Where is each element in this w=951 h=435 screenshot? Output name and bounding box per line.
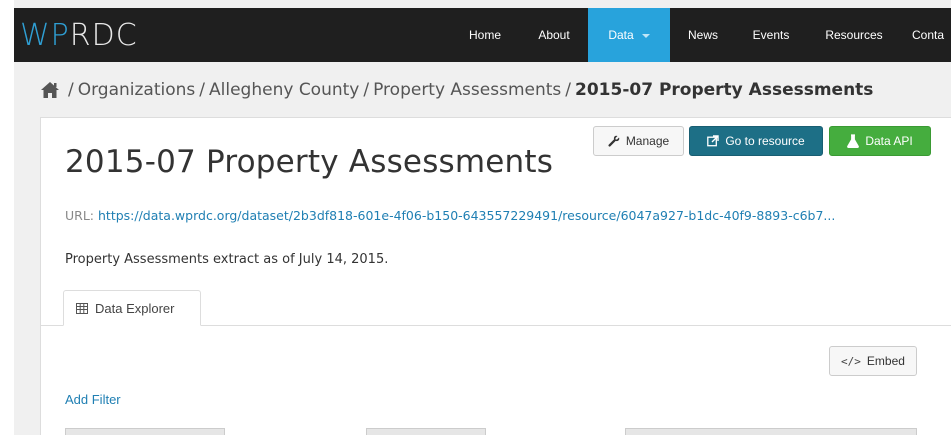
nav-data[interactable]: Data (588, 8, 670, 62)
tab-data-explorer[interactable]: Data Explorer (63, 290, 201, 326)
logo-part-rdc: RDC (69, 18, 138, 53)
logo-part-wp: WP (20, 18, 70, 53)
resource-url-line: URL: https://data.wprdc.org/dataset/2b3d… (65, 208, 945, 223)
breadcrumb-allegheny-county[interactable]: Allegheny County (209, 80, 359, 100)
manage-label: Manage (625, 134, 670, 148)
go-to-resource-button[interactable]: Go to resource (689, 126, 823, 156)
nav-news[interactable]: News (682, 8, 724, 62)
data-api-button[interactable]: Data API (829, 126, 931, 156)
page: WPRDC Home About Data News Events Resour… (0, 0, 951, 435)
resource-card: Manage Go to resource Data API 2015-07 P… (40, 117, 951, 435)
table-icon (76, 302, 88, 314)
tab-data-explorer-label: Data Explorer (95, 300, 175, 316)
nav-contact[interactable]: Conta (912, 8, 951, 62)
go-to-resource-label: Go to resource (725, 134, 805, 148)
site-logo[interactable]: WPRDC (20, 18, 138, 53)
nav-home[interactable]: Home (460, 8, 510, 62)
breadcrumb-organizations[interactable]: Organizations (78, 80, 196, 100)
breadcrumb-separator: / (565, 80, 571, 100)
search-bar-partial[interactable] (625, 428, 917, 435)
manage-button[interactable]: Manage (593, 126, 684, 156)
nav-events[interactable]: Events (744, 8, 798, 62)
data-api-label: Data API (865, 134, 913, 148)
breadcrumb-separator: / (363, 80, 370, 100)
resource-description: Property Assessments extract as of July … (65, 252, 389, 267)
top-navbar: WPRDC Home About Data News Events Resour… (14, 8, 951, 62)
resource-url-link[interactable]: https://data.wprdc.org/dataset/2b3df818-… (98, 208, 835, 223)
flask-icon (847, 134, 860, 148)
home-icon[interactable] (40, 81, 60, 99)
external-link-icon (707, 135, 720, 147)
breadcrumb-current[interactable]: 2015-07 Property Assessments (575, 80, 873, 100)
resource-title: 2015-07 Property Assessments (65, 144, 554, 180)
code-icon: </> (841, 354, 861, 368)
breadcrumb-separator: / (68, 80, 74, 100)
nav-about[interactable]: About (530, 8, 578, 62)
breadcrumb-property-assessments[interactable]: Property Assessments (373, 80, 561, 100)
add-filter-link[interactable]: Add Filter (65, 392, 121, 407)
embed-label: Embed (866, 354, 905, 368)
url-label: URL: (65, 208, 95, 223)
nav-resources[interactable]: Resources (818, 8, 890, 62)
breadcrumb: / Organizations / Allegheny County / Pro… (40, 77, 873, 103)
nav-data-label: Data (608, 28, 634, 42)
explorer-toolbar-partial[interactable] (65, 428, 225, 435)
left-margin (0, 0, 14, 435)
embed-button[interactable]: </> Embed (829, 346, 917, 376)
breadcrumb-separator: / (199, 80, 206, 100)
pager-partial[interactable] (366, 428, 486, 435)
caret-down-icon (641, 33, 650, 38)
wrench-icon (608, 135, 620, 147)
